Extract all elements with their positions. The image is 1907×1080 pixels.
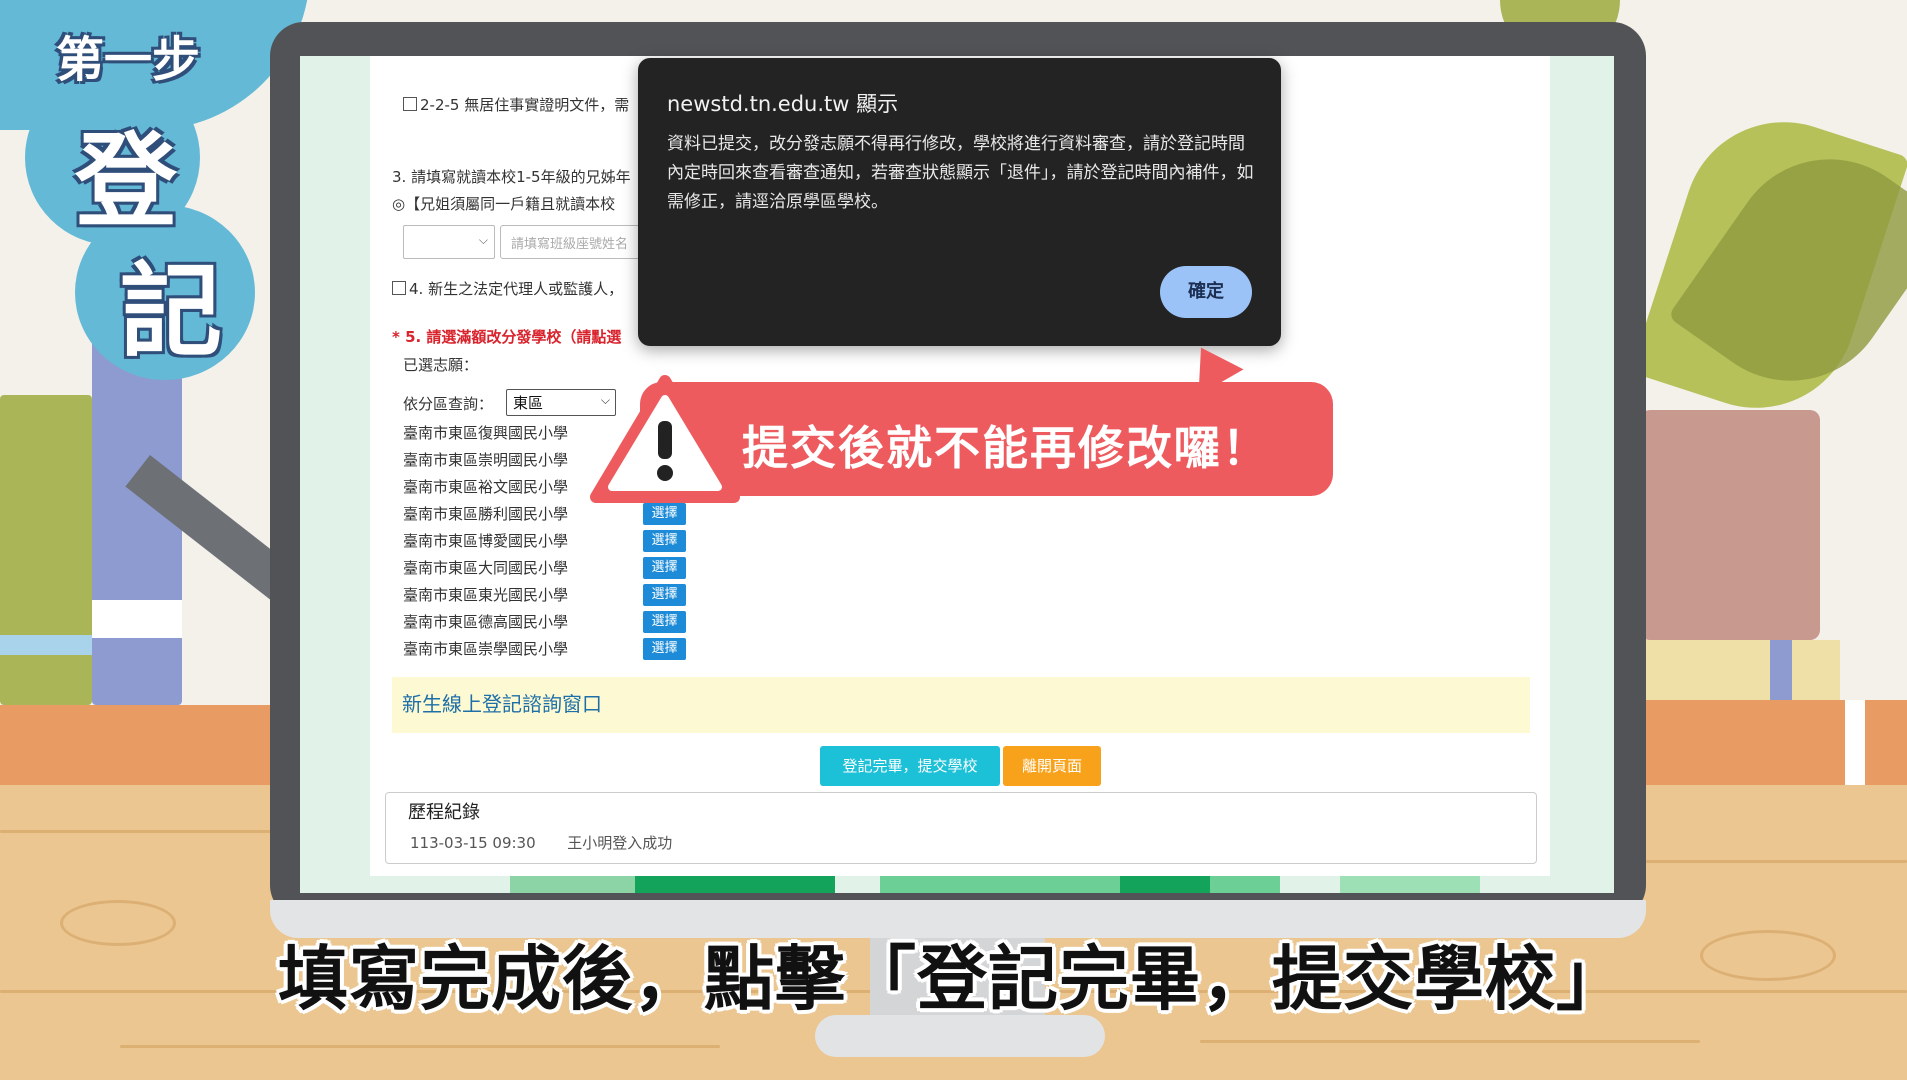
choose-button[interactable]: 選擇 [643,530,686,552]
choose-button[interactable]: 選擇 [643,557,686,579]
history-panel [385,792,1537,864]
history-entry-time: 113-03-15 09:30 [410,834,536,852]
history-entry-text: 王小明登入成功 [567,834,673,852]
school-item: 臺南市東區崇學國民小學 [403,640,569,658]
school-item: 臺南市東區東光國民小學 [403,586,569,604]
dialog-ok-button[interactable]: 確定 [1160,266,1252,318]
badge-char-2: 記 [120,253,222,372]
book-green [0,395,92,705]
checkbox-4[interactable] [392,281,406,295]
wood-grain [1620,860,1907,863]
left-shelf [0,705,280,795]
book-stripe [0,635,92,655]
warning-text: 提交後就不能再修改囉！ [742,421,1270,475]
wood-grain [120,1045,720,1048]
plant-pot [1640,410,1820,640]
book-spine [1770,640,1792,700]
checkbox-2-2-5[interactable] [403,97,417,111]
book-label [92,600,182,638]
item-5: * 5. 請選滿額改分發學校（請點選 [392,328,622,346]
history-title: 歷程紀錄 [408,802,480,823]
book-white [1845,700,1865,790]
item-3-note: ◎【兄姐須屬同一戶籍且就讀本校 [392,195,616,213]
choose-button[interactable]: 選擇 [643,584,686,606]
book-cream [1640,640,1840,700]
district-label: 依分區查詢： [403,395,494,413]
history-entry: 113-03-15 09:30 王小明登入成功 [410,832,672,853]
sibling-name-input[interactable]: 請填寫班級座號姓名 [500,225,645,259]
leave-page-button[interactable]: 離開頁面 [1003,746,1101,786]
school-item: 臺南市東區大同國民小學 [403,559,569,577]
consultation-link[interactable]: 新生線上登記諮詢窗口 [402,688,602,717]
dialog-title: newstd.tn.edu.tw 顯示 [667,92,899,116]
sibling-grade-select[interactable]: ⌵ [403,225,495,259]
school-item: 臺南市東區勝利國民小學 [403,505,569,523]
item-2-2-5: 2-2-5 無居住事實證明文件，需 [403,94,629,115]
submit-registration-button[interactable]: 登記完畢，提交學校 [820,746,1000,786]
selected-choices-label: 已選志願： [403,356,479,374]
school-item: 臺南市東區博愛國民小學 [403,532,569,550]
wood-grain [0,830,300,833]
badge-char-1: 登 [75,123,177,242]
chevron-down-icon: ⌵ [478,233,488,247]
school-item: 臺南市東區裕文國民小學 [403,478,569,496]
dialog-message: 資料已提交，改分發志願不得再行修改，學校將進行資料審查，請於登記時間內定時回來查… [667,134,1254,212]
item-3: 3. 請填寫就讀本校1-5年級的兄姊年 [392,168,631,186]
wood-knot [1700,930,1836,981]
school-item: 臺南市東區崇明國民小學 [403,451,569,469]
wood-grain [1200,1040,1700,1043]
choose-button[interactable]: 選擇 [643,638,686,660]
instruction-caption: 填寫完成後，點擊「登記完畢，提交學校」 [278,938,1627,1020]
school-item: 臺南市東區德高國民小學 [403,613,569,631]
choose-button[interactable]: 選擇 [643,503,686,525]
item-4: 4. 新生之法定代理人或監護人， [392,278,623,299]
warning-triangle-icon [590,375,740,503]
school-item: 臺南市東區復興國民小學 [403,424,569,442]
right-shelf [1640,700,1907,790]
choose-button[interactable]: 選擇 [643,611,686,633]
wood-knot [60,900,176,946]
step-label: 第一步 [56,32,201,88]
